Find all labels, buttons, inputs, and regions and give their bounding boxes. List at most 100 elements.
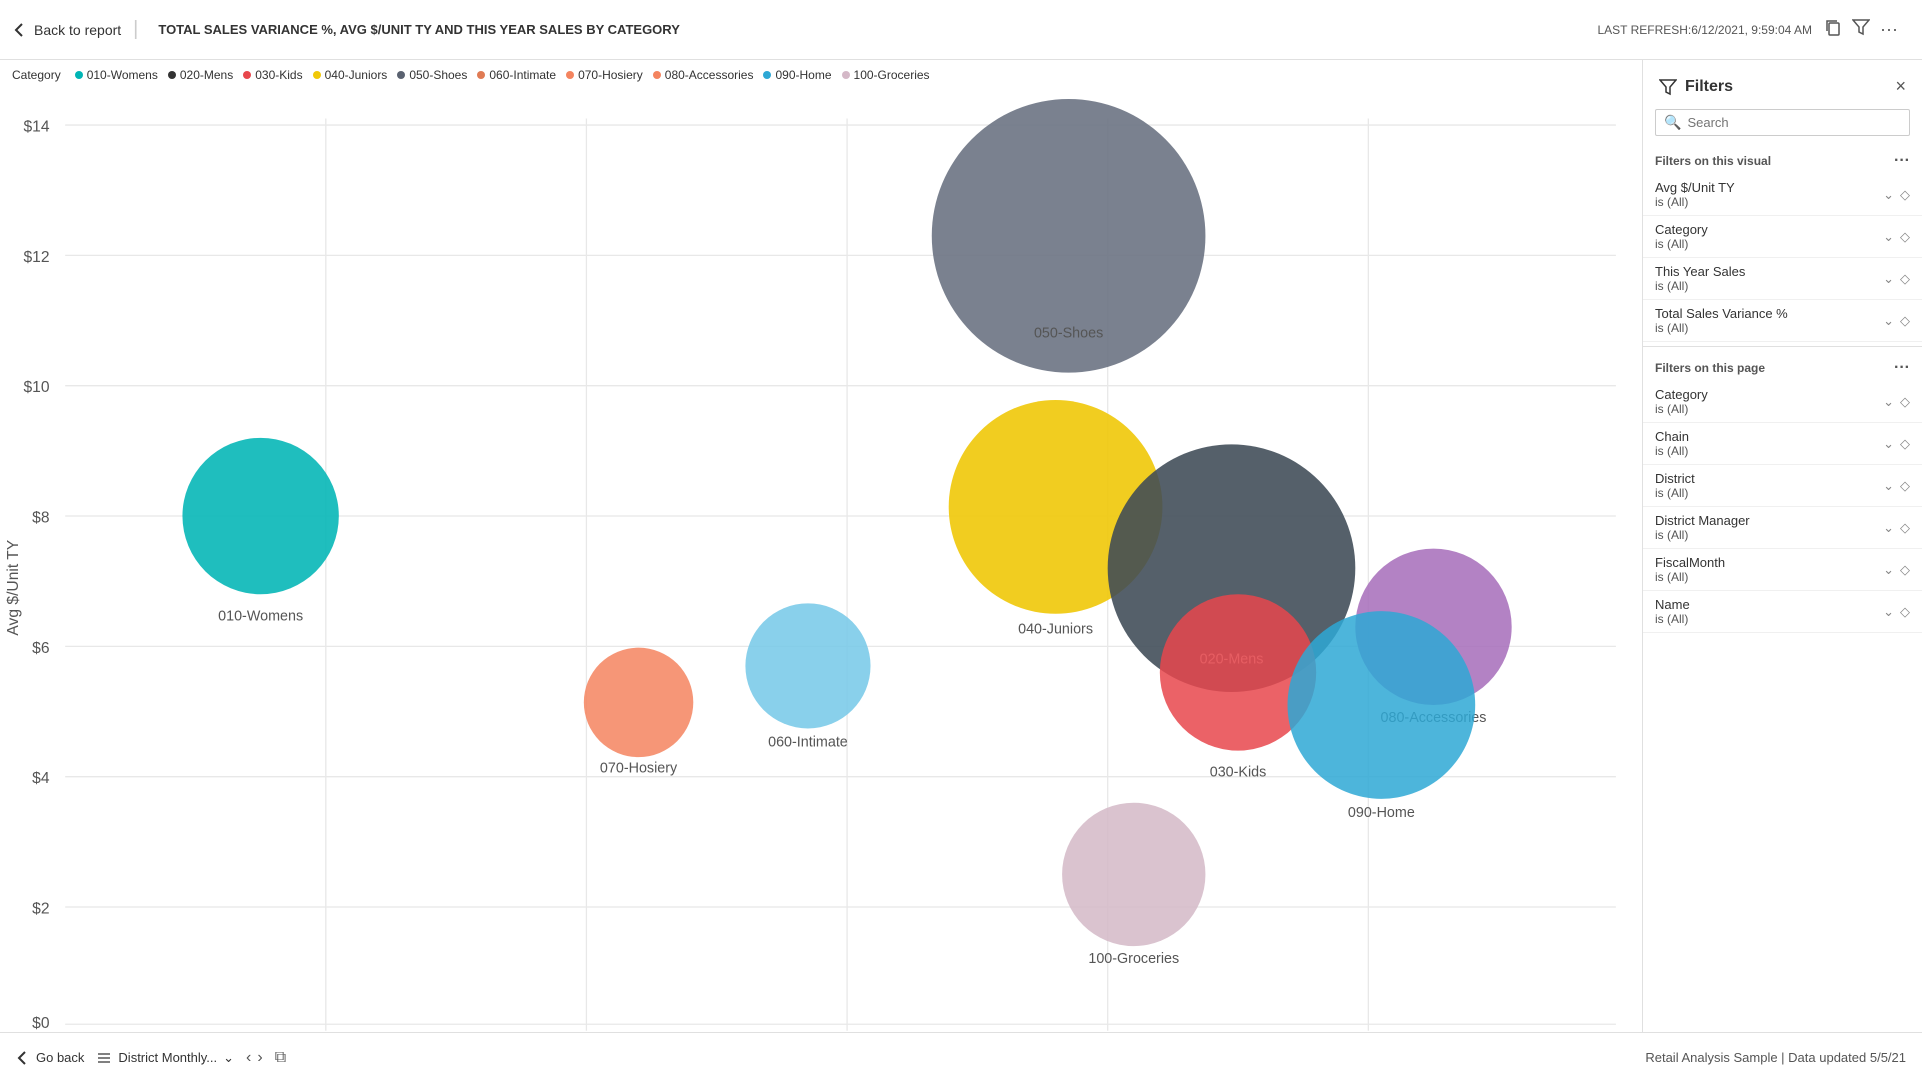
tab-menu-icon [96, 1050, 112, 1066]
filter-search-box[interactable]: 🔍 [1655, 109, 1910, 136]
filter-avg-unit-ty[interactable]: Avg $/Unit TY is (All) ⌄ ◇ [1643, 174, 1922, 216]
filter-name-clear[interactable]: ◇ [1900, 604, 1910, 620]
filter-district-manager-expand[interactable]: ⌄ [1883, 520, 1894, 536]
panel-close-button[interactable]: × [1895, 76, 1906, 97]
section-divider [1643, 346, 1922, 347]
page-filters-more[interactable]: ··· [1894, 359, 1910, 377]
legend-dot-shoes [397, 71, 405, 79]
filter-chain-clear[interactable]: ◇ [1900, 436, 1910, 452]
filter-district-manager-clear[interactable]: ◇ [1900, 520, 1910, 536]
copy-icon[interactable] [1824, 18, 1842, 41]
back-to-report-button[interactable]: Back to report [12, 22, 121, 38]
svg-text:030-Kids: 030-Kids [1210, 765, 1267, 781]
filter-chain-icons: ⌄ ◇ [1883, 436, 1910, 452]
go-back-button[interactable]: Go back [16, 1050, 84, 1065]
filter-district-left: District is (All) [1655, 471, 1883, 500]
filter-avg-unit-ty-clear[interactable]: ◇ [1900, 187, 1910, 203]
legend-item-kids: 030-Kids [243, 68, 302, 82]
bubble-100-groceries[interactable] [1062, 803, 1205, 946]
legend-category-label: Category [12, 68, 61, 82]
legend-item-shoes: 050-Shoes [397, 68, 467, 82]
filter-district-name: District [1655, 471, 1883, 486]
legend-item-womens: 010-Womens [75, 68, 158, 82]
tab-dropdown-icon[interactable]: ⌄ [223, 1050, 234, 1066]
filter-district-manager-left: District Manager is (All) [1655, 513, 1883, 542]
svg-text:$0: $0 [32, 1015, 50, 1032]
filter-page-category-icons: ⌄ ◇ [1883, 394, 1910, 410]
legend-dot-groceries [842, 71, 850, 79]
filter-name-expand[interactable]: ⌄ [1883, 604, 1894, 620]
filter-chain-expand[interactable]: ⌄ [1883, 436, 1894, 452]
legend-dot-mens [168, 71, 176, 79]
legend-dot-hosiery [566, 71, 574, 79]
filter-fiscal-month-clear[interactable]: ◇ [1900, 562, 1910, 578]
filter-fiscal-month-name: FiscalMonth [1655, 555, 1883, 570]
svg-text:$6: $6 [32, 640, 49, 657]
back-label: Back to report [34, 22, 121, 38]
chart-title: TOTAL SALES VARIANCE %, AVG $/UNIT TY AN… [158, 22, 680, 37]
svg-text:060-Intimate: 060-Intimate [768, 735, 848, 751]
filter-this-year-sales-icons: ⌄ ◇ [1883, 271, 1910, 287]
tab-label: District Monthly... [118, 1050, 217, 1065]
filter-fiscal-month-expand[interactable]: ⌄ [1883, 562, 1894, 578]
filter-district-manager[interactable]: District Manager is (All) ⌄ ◇ [1643, 507, 1922, 549]
filter-name-left: Name is (All) [1655, 597, 1883, 626]
filter-total-sales-variance-clear[interactable]: ◇ [1900, 313, 1910, 329]
chart-area: Category 010-Womens 020-Mens 030-Kids 04… [0, 60, 1642, 1032]
filter-category-icons: ⌄ ◇ [1883, 229, 1910, 245]
filter-district[interactable]: District is (All) ⌄ ◇ [1643, 465, 1922, 507]
filters-on-visual-label: Filters on this visual [1655, 154, 1771, 168]
svg-text:070-Hosiery: 070-Hosiery [600, 761, 678, 777]
filter-avg-unit-ty-icons: ⌄ ◇ [1883, 187, 1910, 203]
top-bar-right-group: LAST REFRESH:6/12/2021, 9:59:04 AM ··· [1597, 18, 1910, 41]
filters-scroll: Filters on this visual ··· Avg $/Unit TY… [1643, 144, 1922, 1032]
bubble-060-intimate[interactable] [745, 603, 870, 728]
svg-text:050-Shoes: 050-Shoes [1034, 325, 1103, 341]
bubble-010-womens[interactable] [182, 438, 338, 594]
filter-this-year-sales-expand[interactable]: ⌄ [1883, 271, 1894, 287]
filter-total-sales-variance-icons: ⌄ ◇ [1883, 313, 1910, 329]
filter-page-category-expand[interactable]: ⌄ [1883, 394, 1894, 410]
filter-this-year-sales-clear[interactable]: ◇ [1900, 271, 1910, 287]
filter-search-input[interactable] [1687, 115, 1901, 130]
filter-category-expand[interactable]: ⌄ [1883, 229, 1894, 245]
filter-chain-value: is (All) [1655, 444, 1883, 458]
filter-this-year-sales[interactable]: This Year Sales is (All) ⌄ ◇ [1643, 258, 1922, 300]
legend-item-groceries: 100-Groceries [842, 68, 930, 82]
visual-filters-more[interactable]: ··· [1894, 152, 1910, 170]
bottom-bar-right: Retail Analysis Sample | Data updated 5/… [1645, 1050, 1906, 1065]
legend-dot-kids [243, 71, 251, 79]
filter-category[interactable]: Category is (All) ⌄ ◇ [1643, 216, 1922, 258]
filter-icon[interactable] [1852, 18, 1870, 41]
fullscreen-button[interactable]: ⧉ [275, 1049, 286, 1067]
svg-text:$10: $10 [23, 379, 49, 396]
filter-district-clear[interactable]: ◇ [1900, 478, 1910, 494]
filter-total-sales-variance[interactable]: Total Sales Variance % is (All) ⌄ ◇ [1643, 300, 1922, 342]
bubble-090-home[interactable] [1288, 611, 1476, 799]
divider-bar: | [133, 18, 138, 41]
filter-total-sales-variance-value: is (All) [1655, 321, 1883, 335]
filter-page-category[interactable]: Category is (All) ⌄ ◇ [1643, 381, 1922, 423]
filter-category-name: Category [1655, 222, 1883, 237]
filter-district-manager-name: District Manager [1655, 513, 1883, 528]
filter-avg-unit-ty-expand[interactable]: ⌄ [1883, 187, 1894, 203]
filter-total-sales-variance-left: Total Sales Variance % is (All) [1655, 306, 1883, 335]
top-bar-icons: ··· [1824, 18, 1898, 41]
filter-name[interactable]: Name is (All) ⌄ ◇ [1643, 591, 1922, 633]
filter-total-sales-variance-expand[interactable]: ⌄ [1883, 313, 1894, 329]
legend-dot-womens [75, 71, 83, 79]
svg-text:$14: $14 [23, 119, 49, 136]
more-options-icon[interactable]: ··· [1880, 19, 1898, 40]
filter-fiscal-month[interactable]: FiscalMonth is (All) ⌄ ◇ [1643, 549, 1922, 591]
filters-on-visual-title: Filters on this visual ··· [1643, 144, 1922, 174]
bubble-chart[interactable]: $14 $12 $10 $8 $6 $4 $2 $0 Avg $/Unit TY [0, 90, 1642, 1032]
filter-district-expand[interactable]: ⌄ [1883, 478, 1894, 494]
filter-chain-left: Chain is (All) [1655, 429, 1883, 458]
bubble-070-hosiery[interactable] [584, 648, 693, 757]
filter-chain[interactable]: Chain is (All) ⌄ ◇ [1643, 423, 1922, 465]
filter-category-clear[interactable]: ◇ [1900, 229, 1910, 245]
prev-tab-button[interactable]: ‹ [246, 1049, 251, 1067]
next-tab-button[interactable]: › [257, 1049, 262, 1067]
filter-page-category-clear[interactable]: ◇ [1900, 394, 1910, 410]
filter-district-value: is (All) [1655, 486, 1883, 500]
